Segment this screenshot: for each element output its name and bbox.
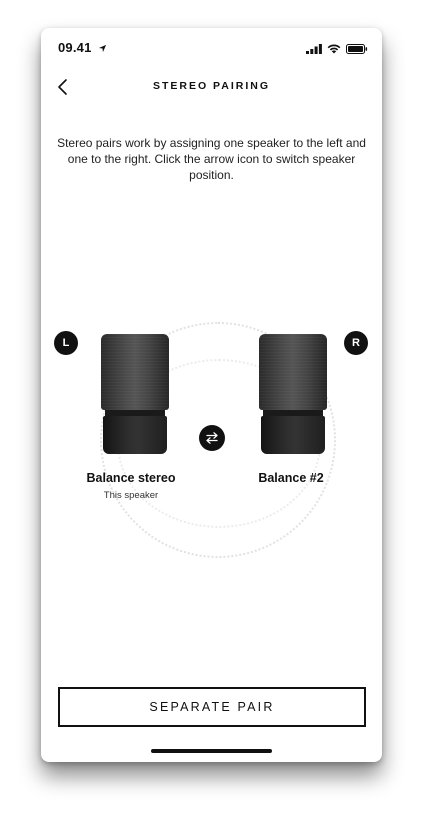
battery-icon	[346, 41, 368, 59]
right-speaker-image	[259, 334, 327, 454]
page-title: STEREO PAIRING	[152, 80, 271, 92]
location-arrow-icon	[98, 41, 107, 56]
left-speaker-name: Balance stereo	[86, 471, 176, 485]
cellular-signal-icon	[306, 41, 322, 59]
status-time-text: 09.41	[58, 40, 92, 55]
wifi-icon	[327, 41, 341, 59]
speaker-fabric-body	[101, 334, 169, 410]
left-speaker-subtitle: This speaker	[103, 490, 159, 501]
phone-screen: 09.41 STEREO PAIRING Stereo pairs work b…	[41, 28, 382, 762]
speaker-fabric-body	[259, 334, 327, 410]
speaker-base	[103, 416, 167, 454]
description-text: Stereo pairs work by assigning one speak…	[57, 136, 366, 182]
right-speaker-name: Balance #2	[258, 471, 324, 485]
home-indicator[interactable]	[151, 749, 272, 753]
status-icons	[306, 41, 368, 59]
swap-speakers-button[interactable]	[199, 425, 225, 451]
right-position-badge: R	[344, 331, 368, 355]
separate-pair-button[interactable]: SEPARATE PAIR	[58, 687, 366, 727]
swap-arrows-icon	[206, 432, 218, 444]
left-speaker-image	[101, 334, 169, 454]
status-time: 09.41	[58, 40, 107, 56]
speaker-base	[261, 416, 325, 454]
left-position-badge: L	[54, 331, 78, 355]
